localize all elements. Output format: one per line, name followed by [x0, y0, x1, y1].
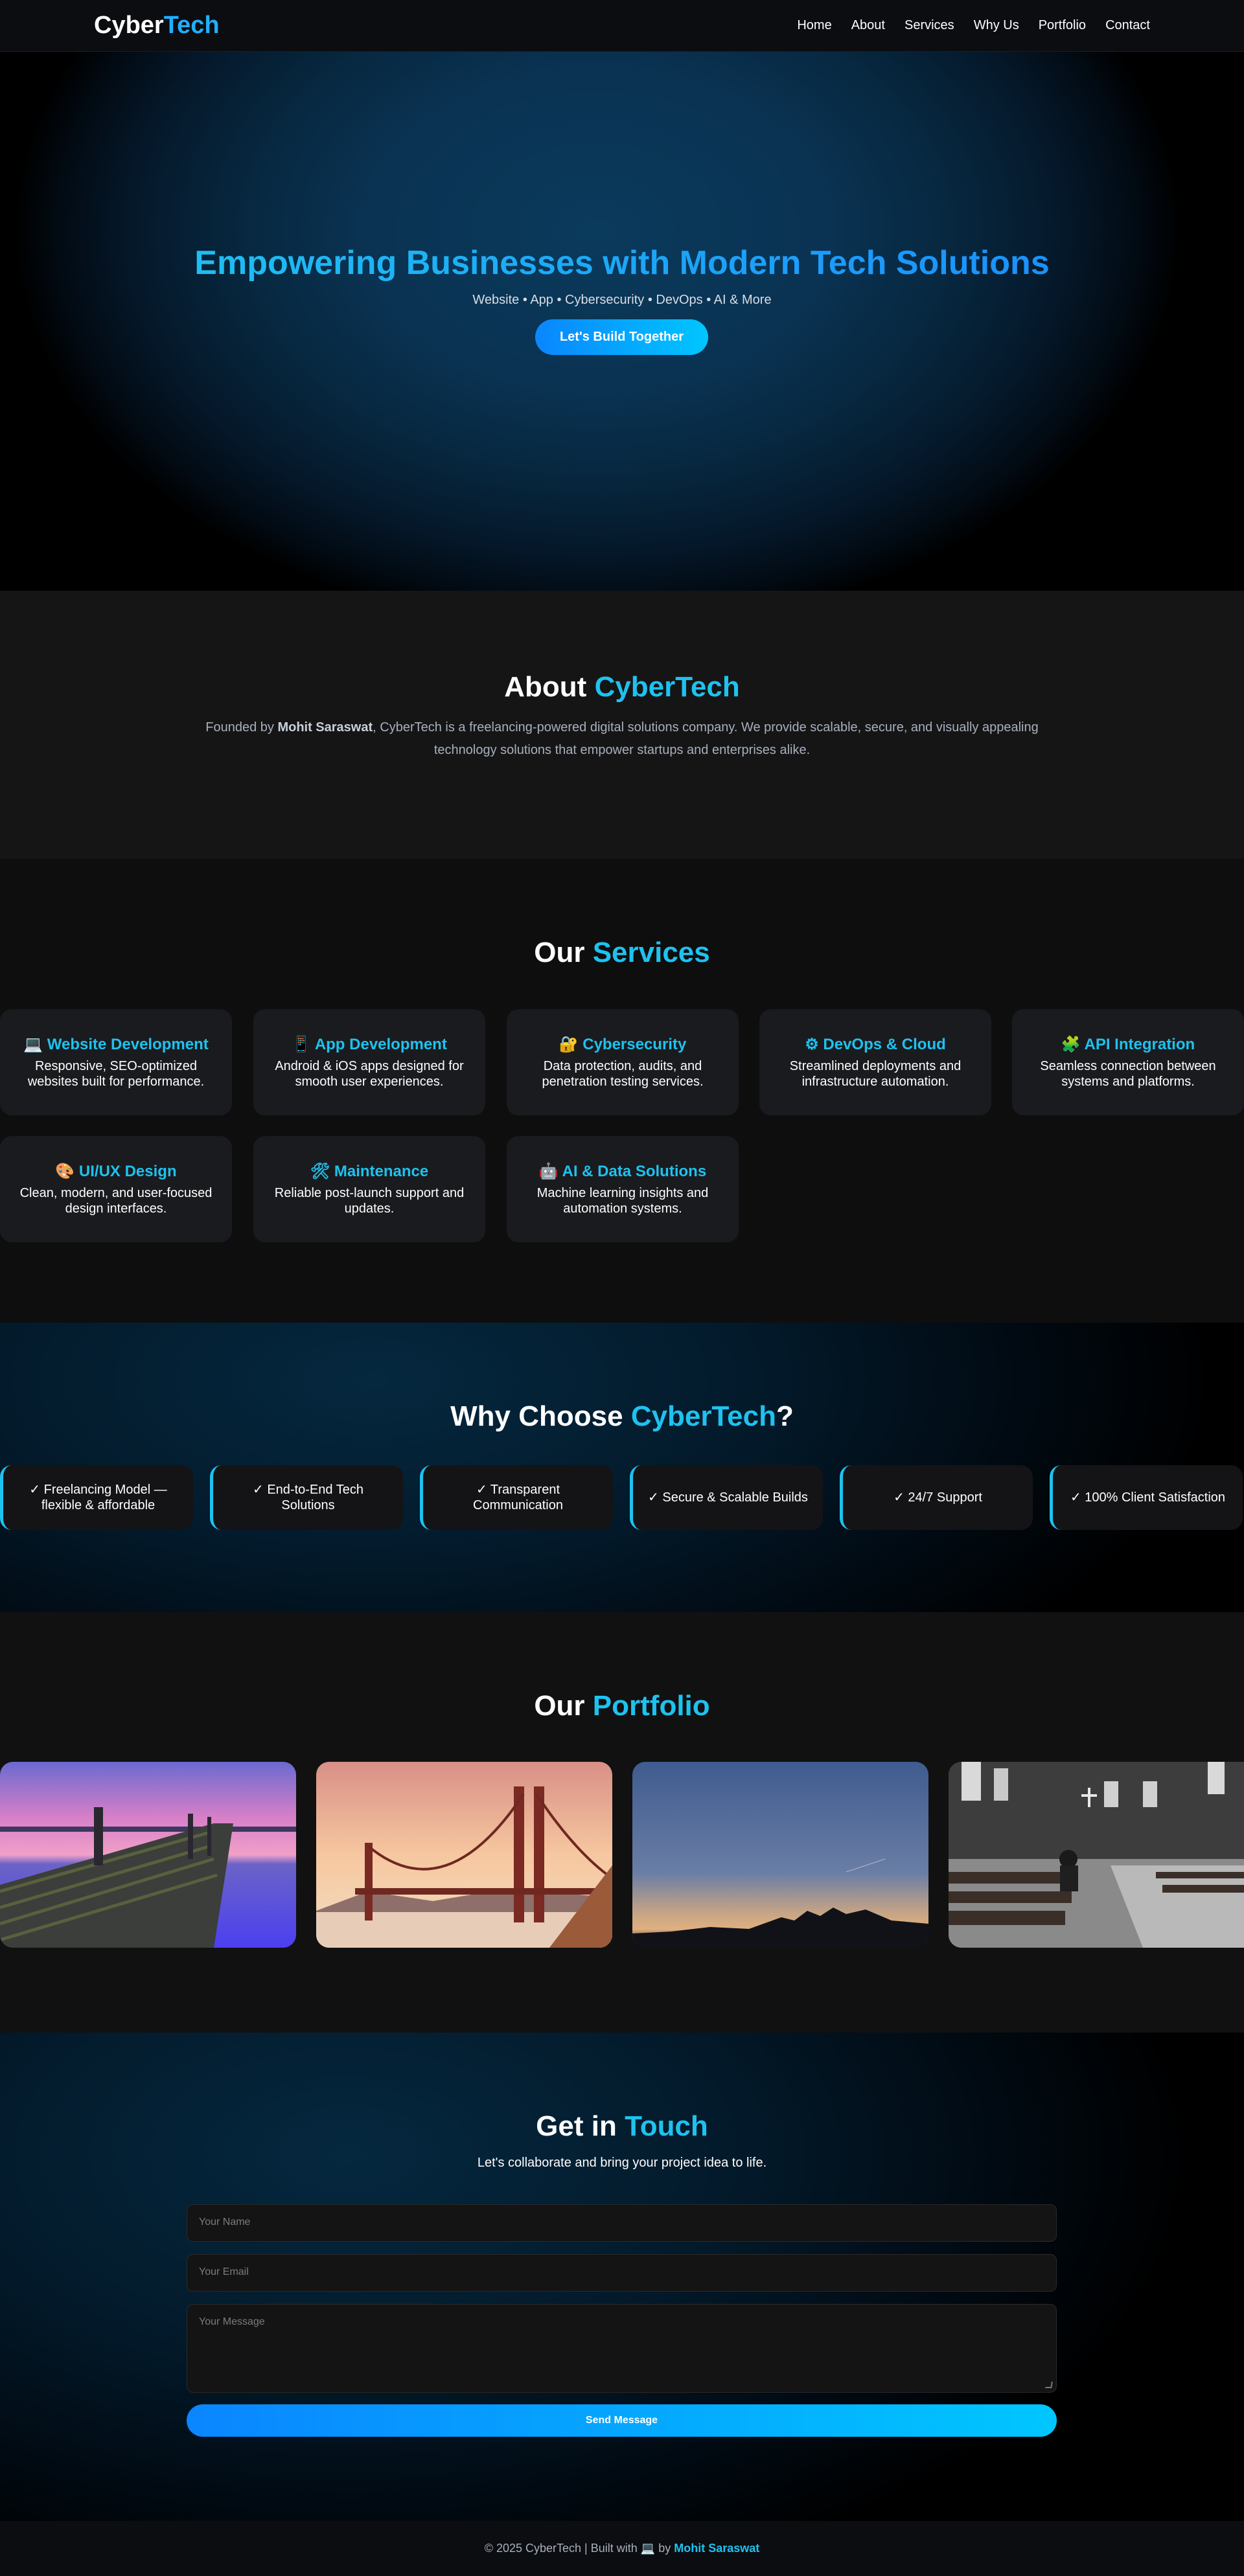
lets-build-together-button[interactable]: Let's Build Together	[535, 319, 708, 355]
why-item-support: ✓ 24/7 Support	[840, 1465, 1033, 1530]
golden-gate-bridge-image[interactable]	[316, 1762, 612, 1948]
message-placeholder: Your Message	[199, 2316, 265, 2327]
laptop-icon: 💻	[640, 2542, 656, 2555]
message-field[interactable]: Your Message	[187, 2304, 1057, 2393]
contact-lead: Let's collaborate and bring your project…	[477, 2156, 767, 2170]
brand-logo[interactable]: CyberTech	[94, 12, 220, 40]
nav-link-portfolio[interactable]: Portfolio	[1039, 18, 1086, 33]
email-field[interactable]: Your Email	[187, 2254, 1057, 2292]
nav-link-about[interactable]: About	[851, 18, 885, 33]
email-placeholder: Your Email	[199, 2266, 249, 2277]
name-placeholder: Your Name	[199, 2217, 251, 2228]
service-card-devops-cloud: ⚙ DevOps & Cloud Streamlined deployments…	[759, 1009, 991, 1115]
footer-author-name[interactable]: Mohit Saraswat	[674, 2542, 759, 2555]
palette-icon: 🎨	[55, 1163, 75, 1180]
nav-link-why-us[interactable]: Why Us	[974, 18, 1019, 33]
portfolio-section: Our Portfolio	[0, 1612, 1244, 2033]
founder-name: Mohit Saraswat	[277, 720, 373, 735]
tools-icon: 🛠	[310, 1163, 330, 1180]
robot-icon: 🤖	[538, 1163, 559, 1180]
pier-sunset-image[interactable]	[0, 1762, 296, 1948]
laptop-icon: 💻	[23, 1036, 43, 1053]
puzzle-icon: 🧩	[1061, 1036, 1081, 1053]
service-card-ui-ux-design: 🎨 UI/UX Design Clean, modern, and user-f…	[0, 1136, 232, 1242]
hero-title: Empowering Businesses with Modern Tech S…	[0, 244, 1244, 282]
nav-link-services[interactable]: Services	[904, 18, 954, 33]
why-item-freelancing-model: ✓ Freelancing Model — flexible & afforda…	[0, 1465, 193, 1530]
service-card-api-integration: 🧩 API Integration Seamless connection be…	[1012, 1009, 1244, 1115]
send-message-button[interactable]: Send Message	[187, 2404, 1057, 2437]
about-title: About CyberTech	[504, 671, 740, 703]
service-card-website-development: 💻 Website Development Responsive, SEO-op…	[0, 1009, 232, 1115]
services-section: Our Services 💻 Website Development Respo…	[0, 859, 1244, 1323]
hero-section: Empowering Businesses with Modern Tech S…	[0, 52, 1244, 591]
gear-icon: ⚙	[805, 1036, 819, 1053]
hero-subtitle: Website • App • Cybersecurity • DevOps •…	[472, 293, 772, 307]
footer: © 2025 CyberTech | Built with 💻 by Mohit…	[0, 2521, 1244, 2576]
contact-section: Get in Touch Let's collaborate and bring…	[0, 2033, 1244, 2521]
why-item-end-to-end: ✓ End-to-End Tech Solutions	[210, 1465, 403, 1530]
why-choose-section: Why Choose CyberTech? ✓ Freelancing Mode…	[0, 1323, 1244, 1612]
city-skyline-dusk-image[interactable]	[632, 1762, 928, 1948]
why-item-client-satisfaction: ✓ 100% Client Satisfaction	[1050, 1465, 1243, 1530]
why-item-transparent-communication: ✓ Transparent Communication	[420, 1465, 613, 1530]
resize-handle-icon[interactable]	[1045, 2382, 1053, 2388]
phone-icon: 📱	[292, 1036, 312, 1053]
name-field[interactable]: Your Name	[187, 2204, 1057, 2242]
lock-icon: 🔐	[559, 1036, 579, 1053]
service-card-cybersecurity: 🔐 Cybersecurity Data protection, audits,…	[507, 1009, 739, 1115]
service-card-app-development: 📱 App Development Android & iOS apps des…	[253, 1009, 485, 1115]
nav-link-contact[interactable]: Contact	[1105, 18, 1150, 33]
footer-copyright: © 2025 CyberTech | Built with	[484, 2542, 638, 2555]
nav-links: Home About Services Why Us Portfolio Con…	[797, 18, 1150, 33]
about-section: About CyberTech Founded by Mohit Saraswa…	[0, 591, 1244, 859]
why-choose-title: Why Choose CyberTech?	[450, 1400, 794, 1432]
portfolio-title: Our Portfolio	[534, 1690, 710, 1722]
contact-title: Get in Touch	[536, 2110, 708, 2142]
about-text: Founded by Mohit Saraswat, CyberTech is …	[205, 720, 1039, 757]
services-title: Our Services	[534, 937, 710, 968]
church-interior-image[interactable]	[949, 1762, 1244, 1948]
nav-link-home[interactable]: Home	[797, 18, 831, 33]
why-item-secure-scalable: ✓ Secure & Scalable Builds	[630, 1465, 823, 1530]
service-card-ai-data-solutions: 🤖 AI & Data Solutions Machine learning i…	[507, 1136, 739, 1242]
service-card-maintenance: 🛠 Maintenance Reliable post-launch suppo…	[253, 1136, 485, 1242]
top-navbar: CyberTech Home About Services Why Us Por…	[0, 0, 1244, 52]
